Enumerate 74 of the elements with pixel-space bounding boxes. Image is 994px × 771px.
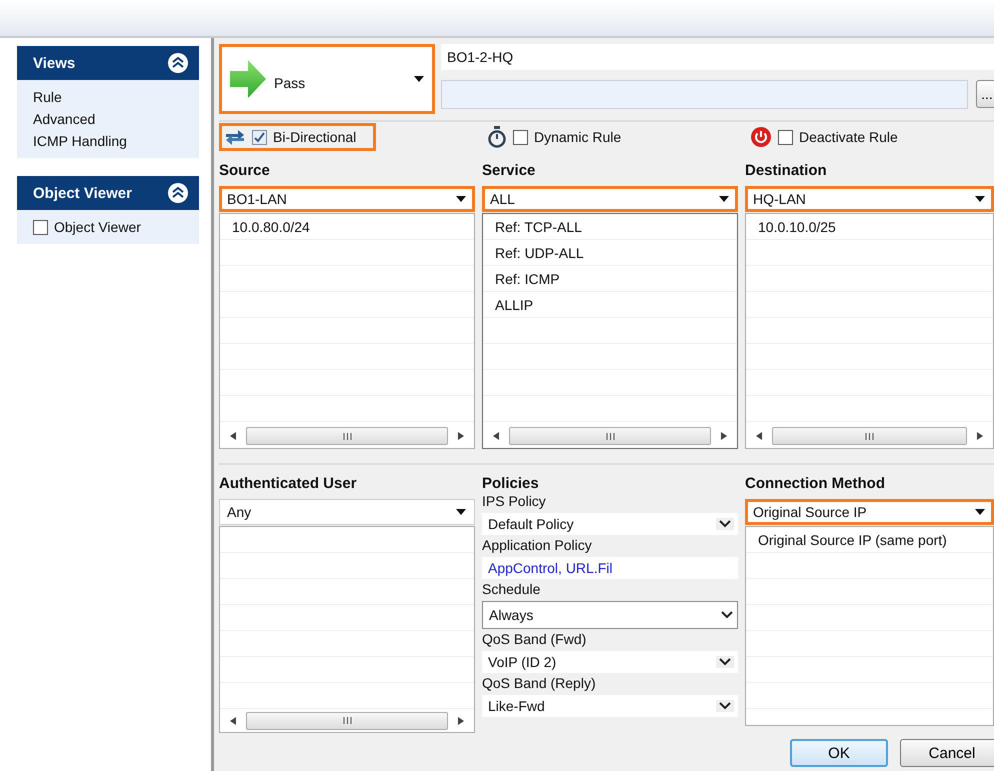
object-dropdown[interactable]: BO1-LAN	[219, 186, 475, 212]
panel-header[interactable]: Object Viewer	[17, 176, 199, 210]
view-link[interactable]: ICMP Handling	[33, 133, 183, 149]
browse-button[interactable]: ...	[976, 80, 994, 108]
swap-arrows-icon	[224, 129, 246, 145]
scroll-thumb[interactable]	[772, 427, 967, 445]
column-title: Connection Method	[745, 475, 886, 493]
caret-icon	[456, 509, 466, 515]
dialog-button[interactable]: Cancel	[900, 739, 994, 767]
column-title: Policies	[482, 475, 540, 493]
checkbox-label: Bi-Directional	[273, 129, 356, 145]
scroll-right-icon[interactable]	[721, 432, 727, 440]
method-dropdown[interactable]: Original Source IP	[745, 499, 994, 525]
column-title: Source	[219, 162, 271, 180]
list-item[interactable]: Ref: TCP-ALL	[495, 218, 582, 234]
caret-icon	[975, 196, 985, 202]
object-dropdown[interactable]: ALL	[482, 186, 738, 212]
chevron-down-icon	[721, 611, 733, 619]
checkbox-label: Dynamic Rule	[534, 129, 622, 145]
user-dropdown[interactable]: Any	[219, 499, 475, 525]
caret-icon	[719, 196, 729, 202]
caret-icon	[414, 76, 424, 82]
description-field[interactable]	[441, 80, 968, 109]
stopwatch-icon	[487, 126, 507, 148]
field-label: QoS Band (Reply)	[482, 675, 597, 693]
list-item[interactable]: Ref: UDP-ALL	[495, 244, 584, 260]
view-link[interactable]: Advanced	[33, 111, 183, 127]
dropdown[interactable]: VoIP (ID 2)	[482, 651, 738, 673]
collapse-icon[interactable]	[167, 52, 189, 74]
collapse-icon[interactable]	[167, 182, 189, 204]
list-item[interactable]: ALLIP	[495, 296, 534, 312]
view-link[interactable]: Rule	[33, 89, 183, 105]
field-label: Application Policy	[482, 537, 593, 555]
scroll-left-icon[interactable]	[230, 716, 236, 724]
column-title: Destination	[745, 162, 828, 180]
list-item[interactable]: Ref: ICMP	[495, 270, 560, 286]
checkbox-label: Deactivate Rule	[799, 129, 898, 145]
panel-header[interactable]: Views	[17, 46, 199, 80]
chevron-down-icon	[719, 520, 731, 528]
power-icon	[750, 126, 772, 148]
scroll-left-icon[interactable]	[493, 432, 499, 440]
dialog-button[interactable]: OK	[790, 739, 888, 767]
caret-icon	[456, 196, 466, 202]
checkbox[interactable]	[778, 130, 793, 144]
scroll-thumb[interactable]	[509, 427, 711, 445]
field-label: QoS Band (Fwd)	[482, 631, 588, 649]
list-item[interactable]: 10.0.80.0/24	[232, 218, 310, 234]
dropdown[interactable]: Like-Fwd	[482, 695, 738, 717]
object-dropdown[interactable]: HQ-LAN	[745, 186, 994, 212]
checkbox-label: Object Viewer	[54, 219, 141, 235]
checkbox[interactable]	[252, 130, 267, 144]
chevron-down-icon	[719, 702, 731, 710]
field-label: IPS Policy	[482, 493, 547, 511]
scroll-left-icon[interactable]	[756, 432, 762, 440]
checkbox[interactable]	[513, 130, 528, 144]
dropdown[interactable]: Always	[482, 601, 738, 629]
field-label: Schedule	[482, 581, 542, 599]
scroll-right-icon[interactable]	[458, 432, 464, 440]
rule-name-field[interactable]: BO1-2-HQ	[441, 44, 994, 70]
caret-icon	[975, 509, 985, 515]
scroll-right-icon[interactable]	[458, 716, 464, 724]
chevron-down-icon	[719, 658, 731, 666]
list-item[interactable]: Original Source IP (same port)	[758, 532, 947, 548]
checkbox[interactable]	[33, 220, 48, 234]
scroll-left-icon[interactable]	[230, 432, 236, 440]
scroll-thumb[interactable]	[246, 427, 448, 445]
right-arrow-icon	[230, 60, 266, 98]
list-item[interactable]: 10.0.10.0/25	[758, 218, 836, 234]
scroll-thumb[interactable]	[246, 712, 448, 730]
action-dropdown[interactable]: Pass	[219, 44, 435, 114]
column-title: Service	[482, 162, 536, 180]
scroll-right-icon[interactable]	[977, 432, 983, 440]
column-title: Authenticated User	[219, 475, 358, 493]
dropdown[interactable]: Default Policy	[482, 513, 738, 535]
